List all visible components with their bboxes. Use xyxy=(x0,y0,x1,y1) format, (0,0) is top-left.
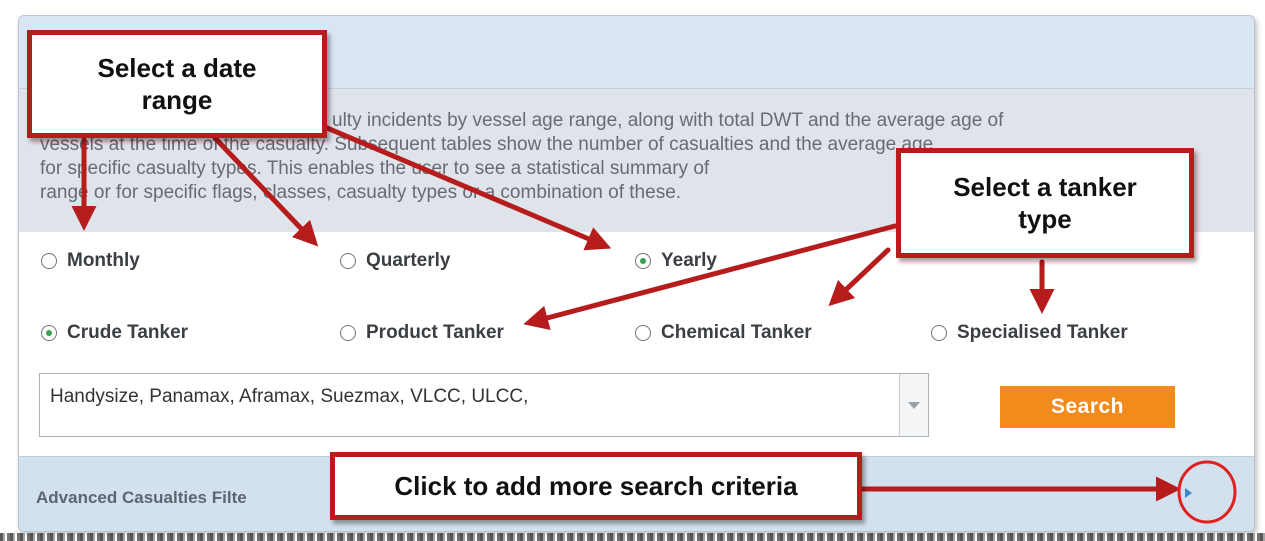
vessel-class-multiselect[interactable]: Handysize, Panamax, Aframax, Suezmax, VL… xyxy=(39,373,929,437)
radio-yearly-circle[interactable] xyxy=(635,253,651,269)
radio-quarterly-label: Quarterly xyxy=(366,250,451,271)
radio-crude-tanker-label: Crude Tanker xyxy=(67,322,189,343)
callout-select-date-range: Select a date range xyxy=(27,30,327,138)
radio-monthly-label: Monthly xyxy=(67,250,140,271)
search-button[interactable]: Search xyxy=(1000,386,1175,428)
radio-specialised-tanker[interactable]: Specialised Tanker xyxy=(931,322,1128,344)
chevron-down-icon xyxy=(908,402,920,409)
radio-specialised-tanker-label: Specialised Tanker xyxy=(957,322,1128,343)
radio-yearly[interactable]: Yearly xyxy=(635,250,717,272)
vessel-class-dropdown-button[interactable] xyxy=(899,374,928,436)
radio-quarterly-circle[interactable] xyxy=(340,253,356,269)
radio-specialised-tanker-circle[interactable] xyxy=(931,325,947,341)
radio-product-tanker-circle[interactable] xyxy=(340,325,356,341)
radio-monthly-circle[interactable] xyxy=(41,253,57,269)
radio-crude-tanker-circle[interactable] xyxy=(41,325,57,341)
radio-yearly-label: Yearly xyxy=(661,250,717,271)
radio-crude-tanker[interactable]: Crude Tanker xyxy=(41,322,188,344)
radio-chemical-tanker-label: Chemical Tanker xyxy=(661,322,812,343)
radio-product-tanker[interactable]: Product Tanker xyxy=(340,322,504,344)
bottom-cutoff-text xyxy=(0,533,1265,541)
callout-select-tanker-type-text: Select a tanker type xyxy=(953,172,1137,234)
advanced-filter-label: Advanced Casualties Filte xyxy=(36,488,247,507)
radio-chemical-tanker-circle[interactable] xyxy=(635,325,651,341)
radio-chemical-tanker[interactable]: Chemical Tanker xyxy=(635,322,812,344)
radio-product-tanker-label: Product Tanker xyxy=(366,322,504,343)
radio-quarterly[interactable]: Quarterly xyxy=(340,250,450,272)
callout-select-tanker-type: Select a tanker type xyxy=(896,148,1194,258)
triangle-right-icon[interactable] xyxy=(1185,488,1192,498)
vessel-class-value: Handysize, Panamax, Aframax, Suezmax, VL… xyxy=(50,386,529,407)
callout-select-date-range-text: Select a date range xyxy=(97,53,257,115)
callout-add-more-criteria: Click to add more search criteria xyxy=(330,452,862,520)
radio-monthly[interactable]: Monthly xyxy=(41,250,140,272)
callout-add-more-criteria-text: Click to add more search criteria xyxy=(394,471,798,501)
